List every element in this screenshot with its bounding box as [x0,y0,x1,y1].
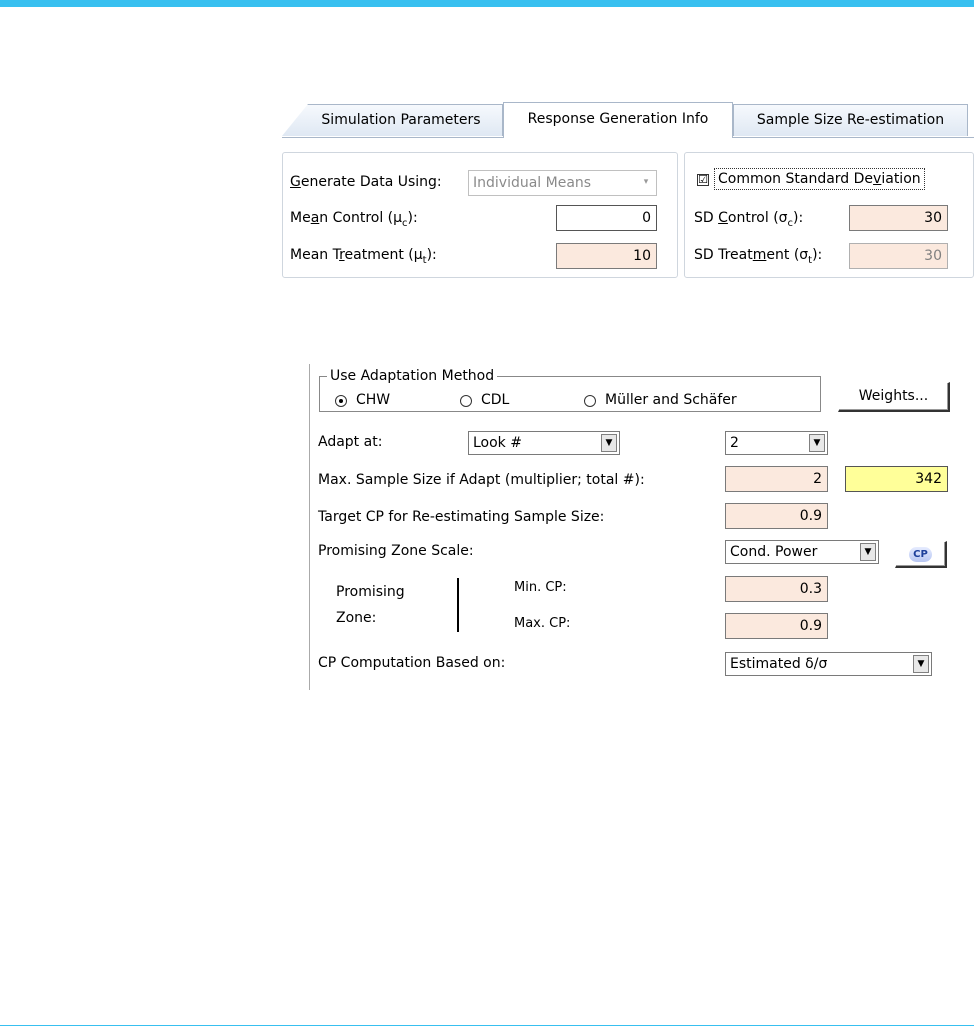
tab-simulation-parameters[interactable]: Simulation Parameters [282,104,503,136]
radio-chw-label[interactable]: CHW [356,392,390,408]
max-sample-size-total: 342 [845,466,948,492]
sd-control-input[interactable]: 30 [849,205,948,231]
zone-scale-label: Promising Zone Scale: [318,543,474,559]
weights-button[interactable]: Weights... [838,382,950,412]
mean-control-input[interactable]: 0 [556,205,657,231]
chevron-down-icon: ▼ [601,434,617,452]
radio-cdl[interactable] [460,395,472,407]
max-cp-label: Max. CP: [514,616,571,631]
min-cp-input[interactable]: 0.3 [725,576,828,602]
target-cp-input[interactable]: 0.9 [725,503,828,529]
sd-treatment-label: SD Treatment (σt): [694,247,823,266]
look-number-select[interactable]: 2 ▼ [725,431,828,455]
radio-muller-schafer-label[interactable]: Müller and Schäfer [605,392,737,408]
sd-control-label: SD Control (σc): [694,210,804,229]
max-cp-input[interactable]: 0.9 [725,613,828,639]
generate-data-label: Generate Data Using: [290,174,442,190]
cp-computation-label: CP Computation Based on: [318,655,506,671]
radio-muller-schafer[interactable] [584,395,596,407]
promising-zone-label-line1: Promising [336,584,405,600]
tab-sample-size-reestimation[interactable]: Sample Size Re-estimation [733,104,968,136]
chevron-down-icon: ▼ [809,434,825,452]
mean-treatment-label: Mean Treatment (μt): [290,247,437,266]
generate-data-select[interactable]: Individual Means ▾ [468,170,657,196]
zone-scale-select[interactable]: Cond. Power ▼ [725,540,879,564]
adaptation-method-legend: Use Adaptation Method [327,368,498,384]
max-sample-size-multiplier-input[interactable]: 2 [725,466,828,492]
min-cp-label: Min. CP: [514,580,567,595]
top-accent-bar [0,0,974,7]
adaptation-left-border [309,364,310,690]
target-cp-label: Target CP for Re-estimating Sample Size: [318,509,605,525]
chevron-down-icon: ▼ [913,655,929,673]
chevron-down-icon: ▾ [643,177,649,187]
cp-icon: CP [909,547,932,562]
bottom-accent-line [0,1025,974,1026]
adapt-at-select[interactable]: Look # ▼ [468,431,620,455]
promising-zone-divider [457,578,459,632]
tab-response-generation-info[interactable]: Response Generation Info [503,102,733,138]
sd-treatment-input: 30 [849,243,948,269]
radio-chw[interactable] [335,395,347,407]
mean-control-label: Mean Control (μc): [290,210,418,229]
promising-zone-label-line2: Zone: [336,610,377,626]
chevron-down-icon: ▼ [860,543,876,561]
mean-treatment-input[interactable]: 10 [556,243,657,269]
cp-computation-select[interactable]: Estimated δ/σ ▼ [725,652,932,676]
common-sd-label[interactable]: Common Standard Deviation [714,168,925,190]
max-sample-size-label: Max. Sample Size if Adapt (multiplier; t… [318,472,645,488]
adapt-at-label: Adapt at: [318,434,383,450]
cp-chart-button[interactable]: CP [895,541,947,568]
common-sd-checkbox[interactable]: ☑ [697,174,709,186]
radio-cdl-label[interactable]: CDL [481,392,509,408]
